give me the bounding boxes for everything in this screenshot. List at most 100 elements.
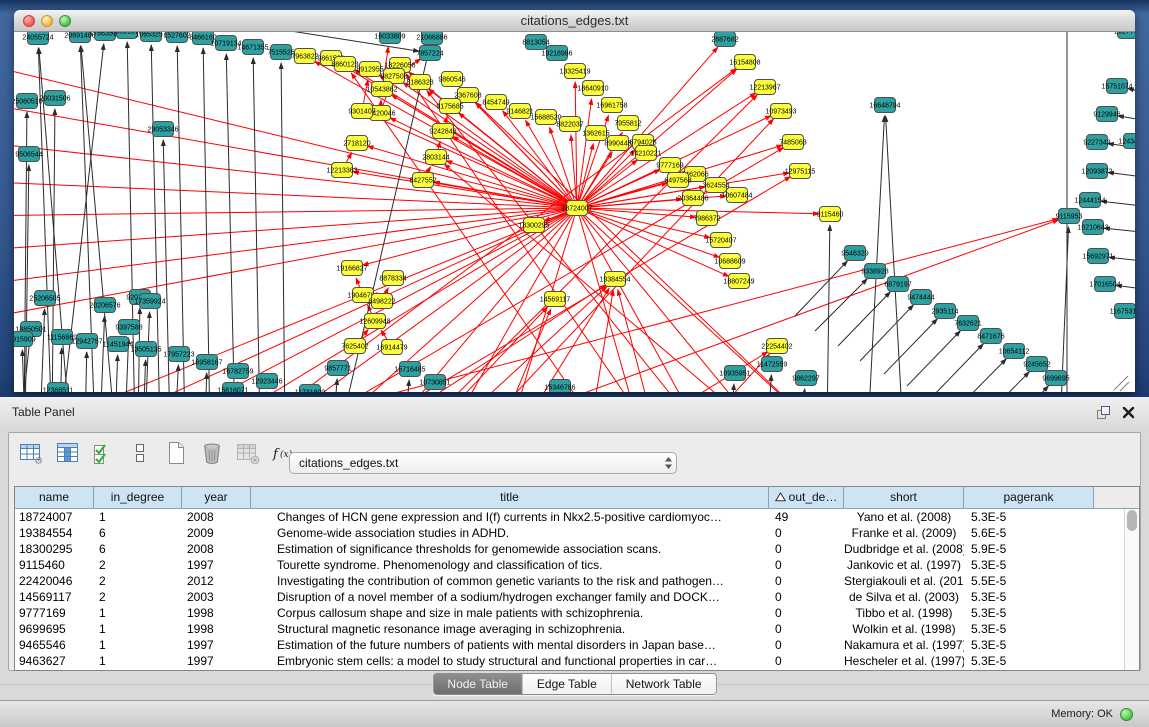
graph-node[interactable]: 16782759 <box>222 364 253 379</box>
graph-edge[interactable] <box>175 365 178 392</box>
graph-node[interactable]: 20031506 <box>39 91 70 106</box>
graph-node[interactable]: 12213967 <box>749 80 780 95</box>
graph-edge[interactable] <box>85 352 87 392</box>
graph-node[interactable]: 8186328 <box>406 75 433 90</box>
column-header-name[interactable]: name <box>15 487 94 509</box>
graph-edge[interactable] <box>953 359 1006 392</box>
graph-node[interactable]: 9474444 <box>907 290 934 305</box>
vertical-scrollbar[interactable] <box>1124 509 1139 670</box>
graph-edge[interactable] <box>907 331 960 386</box>
graph-node[interactable]: 24055724 <box>22 32 53 45</box>
graph-node[interactable]: 9129946 <box>1093 107 1120 122</box>
show-columns-button[interactable] <box>55 443 81 467</box>
graph-node[interactable]: 9862297 <box>792 371 819 386</box>
graph-node[interactable]: 2887682 <box>711 32 738 47</box>
table-row[interactable]: 1938455462009Genome-wide association stu… <box>15 525 1139 541</box>
new-table-button[interactable] <box>163 443 189 467</box>
graph-edge[interactable] <box>577 99 592 208</box>
graph-node[interactable]: 9242848 <box>429 124 456 139</box>
graph-node[interactable]: 9857771 <box>324 361 351 376</box>
table-row[interactable]: 1456911722003Disruption of a novel membe… <box>15 589 1139 605</box>
graph-node[interactable]: 15692971 <box>1082 249 1113 264</box>
graph-edge[interactable] <box>177 46 185 392</box>
graph-node[interactable]: 14671355 <box>237 40 268 55</box>
graph-node[interactable]: 12366511 <box>43 383 74 393</box>
tab-edge-table[interactable]: Edge Table <box>522 674 611 694</box>
scrollbar-thumb[interactable] <box>1127 510 1137 531</box>
graph-node[interactable]: 11472559 <box>757 357 788 372</box>
graph-node[interactable]: 29053346 <box>147 122 178 137</box>
graph-edge[interactable] <box>577 208 710 238</box>
table-row[interactable]: 946362711997Embryonic stem cells: a mode… <box>15 653 1139 669</box>
graph-node[interactable]: 11451944 <box>103 337 134 352</box>
graph-node[interactable]: 12975115 <box>785 164 816 179</box>
graph-node[interactable]: 1362615 <box>582 126 609 141</box>
graph-node[interactable]: 10653257 <box>135 32 166 42</box>
table-selector-dropdown[interactable]: citations_edges.txt <box>289 452 677 474</box>
graph-edge[interactable] <box>450 286 607 392</box>
graph-node[interactable]: 3915909 <box>14 332 36 347</box>
graph-node[interactable]: 1527602 <box>163 32 190 43</box>
graph-edge[interactable] <box>618 290 655 392</box>
graph-node[interactable]: 8498222 <box>368 294 395 309</box>
graph-node[interactable]: 15716485 <box>394 362 425 377</box>
graph-node[interactable]: 8454749 <box>482 95 509 110</box>
graph-node[interactable]: 15616071 <box>217 383 248 393</box>
graph-edge[interactable] <box>999 386 1048 392</box>
graph-node[interactable]: 7485063 <box>779 135 806 150</box>
graph-edge[interactable] <box>800 389 805 392</box>
graph-node[interactable]: 9301407 <box>348 104 375 119</box>
graph-node[interactable]: 9546329 <box>841 246 868 261</box>
column-header-in-degree[interactable]: in_degree <box>94 487 182 509</box>
graph-node[interactable]: 15346786 <box>544 380 575 393</box>
graph-node[interactable]: 9506544 <box>15 147 42 162</box>
graph-node[interactable]: 15751074 <box>1101 79 1132 94</box>
graph-node[interactable]: 8860123 <box>331 57 358 72</box>
graph-node[interactable]: 8427552 <box>409 173 436 188</box>
resize-grip-icon[interactable] <box>1114 376 1128 390</box>
graph-edge[interactable] <box>40 309 45 392</box>
graph-node[interactable]: 11675315 <box>1110 304 1135 319</box>
graph-edge[interactable] <box>390 118 577 208</box>
graph-node[interactable]: 10688609 <box>714 254 745 269</box>
graph-edge[interactable] <box>14 208 577 216</box>
tab-network-table[interactable]: Network Table <box>611 674 716 694</box>
graph-node[interactable]: 2803144 <box>422 150 449 165</box>
tab-node-table[interactable]: Node Table <box>433 674 522 694</box>
graph-node[interactable]: 12444154 <box>1074 193 1105 208</box>
graph-node[interactable]: 3624554 <box>702 178 729 193</box>
graph-edge[interactable] <box>115 355 118 392</box>
table-row[interactable]: 969969511998Structural magnetic resonanc… <box>15 621 1139 637</box>
network-canvas[interactable]: 2405572420691406176635162089191010653257… <box>14 32 1135 392</box>
column-header-short[interactable]: short <box>844 487 964 509</box>
graph-edge[interactable] <box>203 48 210 392</box>
graph-node[interactable]: 12434313 <box>1118 134 1135 149</box>
graph-node[interactable]: 8990448 <box>604 136 631 151</box>
graph-node[interactable]: 8878334 <box>379 271 406 286</box>
graph-node[interactable]: 9115460 <box>817 207 844 222</box>
graph-node[interactable]: 16648794 <box>869 98 900 113</box>
graph-edge[interactable] <box>14 61 577 208</box>
graph-node[interactable]: 2718120 <box>343 136 370 151</box>
table-row[interactable]: 1830029562008Estimation of significance … <box>15 541 1139 557</box>
graph-svg[interactable]: 2405572420691406176635162089191010653257… <box>14 32 1135 392</box>
graph-node[interactable]: 9338928 <box>861 264 888 279</box>
graph-node[interactable]: 13505135 <box>130 342 161 357</box>
network-window-titlebar[interactable]: citations_edges.txt <box>14 10 1135 32</box>
graph-node[interactable]: 18640910 <box>577 81 608 96</box>
graph-node[interactable]: 25060510 <box>14 94 43 109</box>
graph-node[interactable]: 9115953 <box>1056 209 1083 224</box>
graph-node[interactable]: 14569117 <box>540 292 571 307</box>
graph-node[interactable]: 16914479 <box>376 340 407 355</box>
graph-node[interactable]: 19166827 <box>336 261 367 276</box>
graph-node[interactable]: 9245652 <box>1023 357 1050 372</box>
graph-node[interactable]: 20206576 <box>89 298 120 313</box>
graph-node[interactable]: 9699695 <box>1042 371 1069 386</box>
column-header-year[interactable]: year <box>182 487 251 509</box>
graph-node[interactable]: 8813054 <box>522 35 549 50</box>
column-header-out-de-[interactable]: out_de… <box>769 487 844 509</box>
graph-node[interactable]: 16033809 <box>374 32 405 44</box>
graph-edge[interactable] <box>577 208 640 392</box>
table-row[interactable]: 911546021997Tourette syndrome. Phenomeno… <box>15 557 1139 573</box>
graph-edge[interactable] <box>226 54 235 392</box>
